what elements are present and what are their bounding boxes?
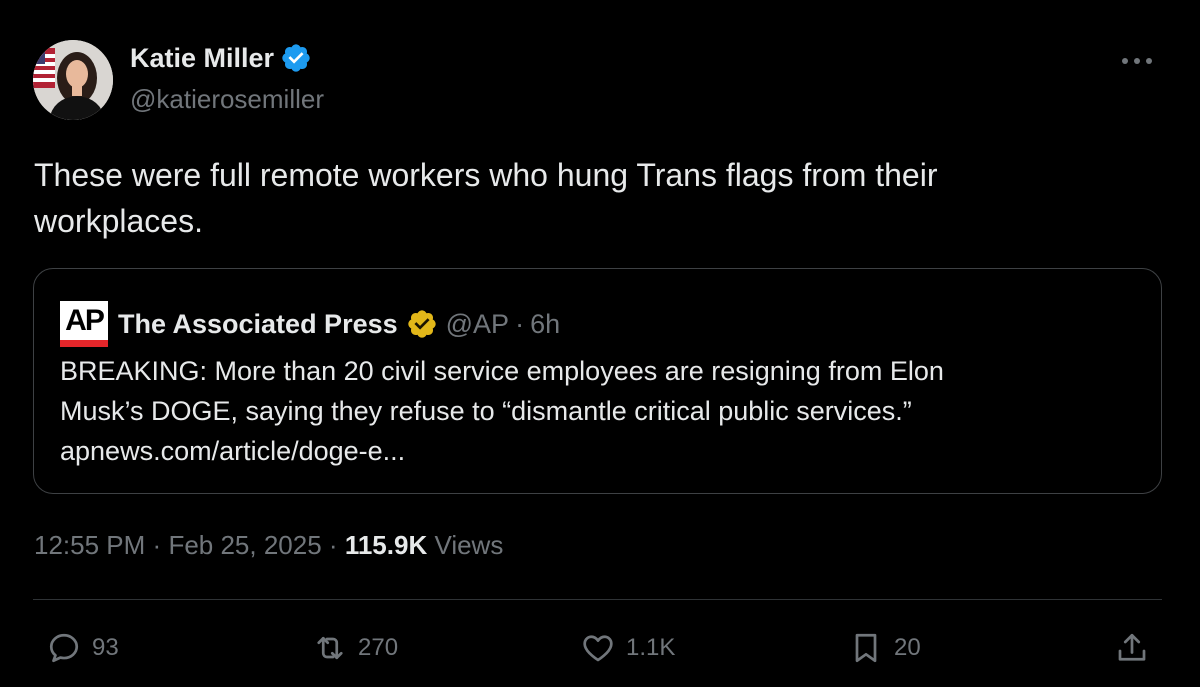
separator-dot: · [328, 530, 338, 560]
avatar[interactable] [33, 40, 113, 120]
reply-icon [49, 633, 79, 663]
quoted-tweet-time[interactable]: 6h [530, 309, 560, 340]
divider [33, 599, 1162, 600]
share-icon [1118, 633, 1146, 661]
quoted-tweet-text: BREAKING: More than 20 civil service emp… [60, 351, 1140, 471]
repost-icon [317, 636, 343, 660]
author-name[interactable]: Katie Miller [130, 43, 274, 74]
more-options-icon[interactable] [1120, 46, 1154, 76]
quoted-author-name[interactable]: The Associated Press [118, 309, 398, 340]
like-button[interactable]: 1.1K [580, 628, 675, 668]
quoted-link[interactable]: apnews.com/article/doge-e... [60, 431, 1140, 471]
tweet-date[interactable]: Feb 25, 2025 [168, 530, 321, 560]
tweet-time[interactable]: 12:55 PM [34, 530, 145, 560]
ap-logo-icon[interactable]: AP [60, 301, 108, 347]
ap-logo-text: AP [65, 304, 105, 337]
repost-count: 270 [358, 634, 399, 661]
heart-icon [583, 635, 613, 662]
author-handle[interactable]: @katierosemiller [130, 84, 324, 115]
bookmark-icon [855, 633, 877, 663]
bookmark-count: 20 [894, 634, 921, 661]
author-name-row[interactable]: Katie Miller [130, 42, 312, 74]
quoted-author-handle[interactable]: @AP [446, 309, 509, 340]
repost-button[interactable]: 270 [312, 628, 398, 668]
quoted-text-line: BREAKING: More than 20 civil service emp… [60, 356, 944, 386]
blue-verified-badge-icon [282, 44, 310, 72]
bookmark-button[interactable]: 20 [848, 628, 921, 668]
profile-photo-icon [33, 40, 113, 120]
gold-verified-badge-icon [407, 310, 436, 338]
tweet-meta: 12:55 PM · Feb 25, 2025 · 115.9K Views [34, 530, 503, 561]
reply-button[interactable]: 93 [46, 628, 119, 668]
quoted-text-line: Musk’s DOGE, saying they refuse to “dism… [60, 396, 912, 426]
tweet-text-line: These were full remote workers who hung … [34, 157, 938, 193]
share-button[interactable] [1114, 628, 1150, 668]
views-count[interactable]: 115.9K [345, 530, 427, 560]
like-count: 1.1K [626, 634, 676, 661]
quoted-tweet-header: AP The Associated Press @AP · 6h [60, 301, 560, 347]
tweet-text: These were full remote workers who hung … [34, 152, 1154, 244]
reply-count: 93 [92, 634, 119, 661]
views-label: Views [434, 530, 504, 560]
separator-dot: · [152, 530, 162, 560]
quoted-tweet-card[interactable]: AP The Associated Press @AP · 6h BREAKIN… [33, 268, 1162, 494]
separator-dot: · [515, 308, 525, 339]
tweet-text-line: workplaces. [34, 203, 203, 239]
